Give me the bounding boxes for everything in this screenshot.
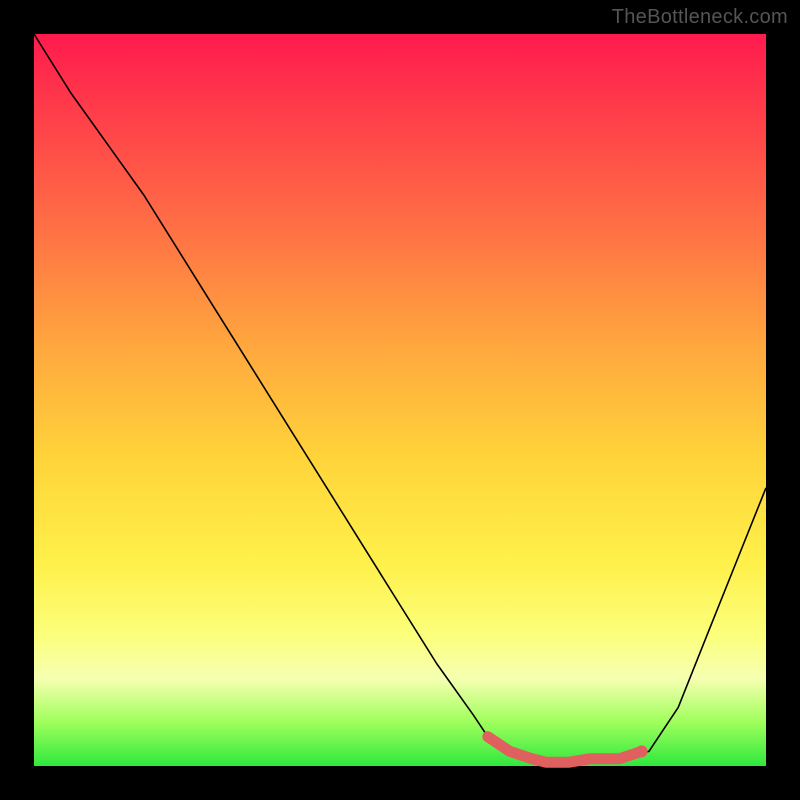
plot-area <box>34 34 766 766</box>
curve-svg <box>34 34 766 766</box>
watermark-text: TheBottleneck.com <box>612 6 788 29</box>
optimal-range-highlight <box>488 737 642 763</box>
optimal-range-end-dot <box>636 745 648 757</box>
bottleneck-curve <box>34 34 766 762</box>
chart-frame: TheBottleneck.com <box>0 0 800 800</box>
